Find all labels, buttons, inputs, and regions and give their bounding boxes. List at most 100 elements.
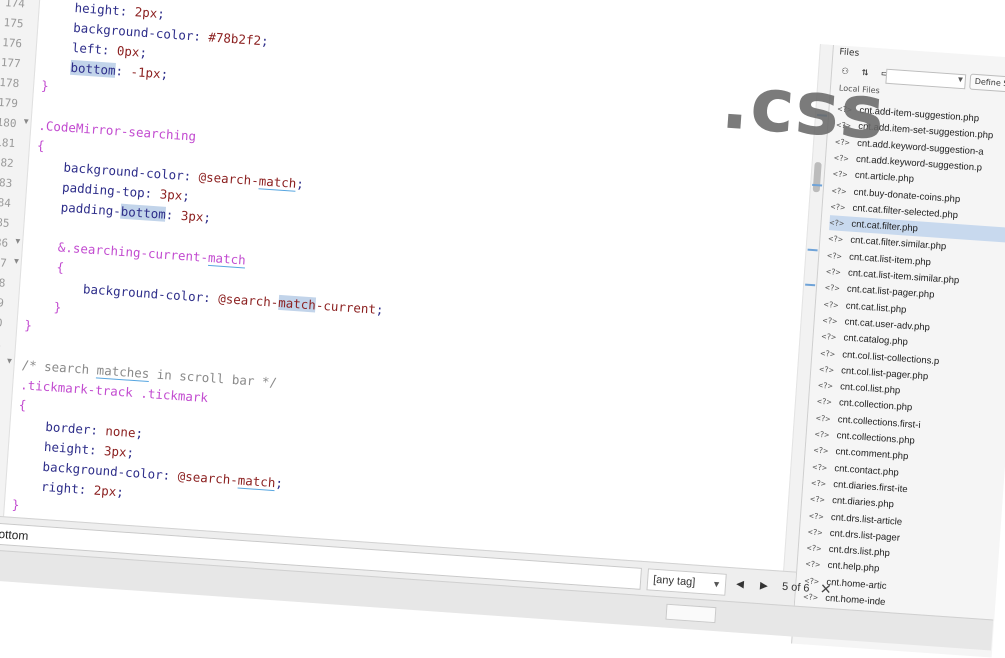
code-token: border [45, 419, 91, 437]
line-number-text: 182 [0, 156, 14, 170]
tag-filter-select[interactable]: [any tag] ▼ [646, 568, 726, 595]
file-name: cnt.comment.php [835, 446, 908, 462]
code-token: ; [203, 209, 212, 224]
code-token: { [56, 259, 65, 274]
php-file-icon: <?> [821, 329, 844, 345]
code-line[interactable]: background-color: @search-match-current; [21, 275, 385, 320]
line-number-text: 190 [0, 315, 3, 329]
code-area[interactable]: height: 2px;background-color: #78b2f2;le… [5, 0, 833, 574]
code-token: : [78, 481, 94, 497]
code-token: } [24, 317, 33, 332]
site-select[interactable]: ▼ [885, 69, 966, 90]
code-line[interactable]: { [12, 395, 27, 416]
code-token: 2px [93, 482, 117, 499]
fold-arrow-icon[interactable]: ▼ [24, 117, 29, 126]
line-number-text: 174 [5, 0, 26, 10]
fold-arrow-icon[interactable]: ▼ [15, 236, 20, 245]
line-number-text: 177 [0, 56, 21, 70]
file-name: cnt.home-artic [826, 577, 887, 592]
php-file-icon: <?> [820, 345, 843, 361]
code-token: ; [157, 6, 166, 21]
close-icon[interactable]: ✕ [819, 581, 832, 598]
line-number: 190 [0, 311, 17, 334]
code-token: .CodeMirror-searching [38, 118, 197, 144]
line-number-text: 175 [3, 16, 24, 30]
file-name: cnt.home-inde [825, 593, 886, 608]
code-token: ; [296, 176, 305, 191]
line-number: 182 [0, 152, 28, 175]
previous-match-icon[interactable]: ◀ [736, 577, 745, 593]
code-token: { [36, 138, 45, 153]
code-token: } [11, 497, 20, 512]
code-token: matches [96, 362, 150, 382]
line-number-text: 176 [2, 36, 23, 50]
code-token: 3px [104, 443, 128, 460]
php-file-icon: <?> [831, 183, 854, 199]
dreamweaver-scene: 174175176177178179180▼181182183184185186… [0, 0, 1005, 656]
code-line[interactable]: .CodeMirror-searching [32, 115, 197, 146]
php-file-icon: <?> [827, 248, 850, 264]
line-number: 181 [0, 132, 30, 155]
code-token: : [144, 185, 160, 201]
code-token: : [101, 42, 117, 58]
code-token: : [90, 422, 106, 438]
define-site-button[interactable]: Define S [969, 74, 1005, 95]
file-name: cnt.help.php [827, 560, 879, 575]
code-token: match [258, 173, 297, 192]
file-name: cnt.collections.php [836, 430, 915, 446]
line-number: 191 [0, 331, 16, 354]
php-file-icon: <?> [824, 280, 847, 296]
code-token: -current [315, 298, 376, 317]
line-number-text: 186 [0, 236, 9, 250]
code-line[interactable]: } [5, 494, 20, 515]
php-file-icon: <?> [809, 508, 832, 524]
fold-arrow-icon[interactable]: ▼ [7, 356, 12, 365]
php-file-icon: <?> [813, 443, 836, 459]
scroll-tickmark [808, 249, 818, 252]
code-line[interactable]: bottom: -1px; [36, 55, 169, 84]
code-token: @search- [218, 291, 279, 310]
code-line[interactable]: { [30, 135, 45, 156]
php-file-icon: <?> [826, 264, 849, 280]
status-field[interactable] [665, 604, 716, 623]
next-match-icon[interactable]: ▶ [760, 578, 769, 594]
code-editor[interactable]: 174175176177178179180▼181182183184185186… [0, 0, 833, 574]
php-file-icon: <?> [829, 215, 852, 231]
code-line[interactable]: } [34, 75, 49, 96]
file-name: cnt.collection.php [839, 398, 913, 414]
code-token: 2px [134, 4, 158, 21]
file-name: cnt.contact.php [834, 463, 899, 478]
line-number: 184 [0, 191, 26, 214]
code-line[interactable] [16, 335, 23, 355]
code-token: ; [261, 33, 270, 48]
code-token: padding-top [62, 180, 146, 201]
file-name: cnt.col.list.php [840, 381, 901, 396]
php-file-icon: <?> [818, 378, 841, 394]
code-token: match [237, 473, 276, 492]
fold-arrow-icon[interactable]: ▼ [14, 256, 19, 265]
line-number: 176 [0, 32, 37, 55]
code-token: none [105, 423, 136, 440]
code-token: right [41, 479, 80, 497]
file-name: cnt.drs.list-pager [829, 528, 900, 544]
code-token: } [53, 299, 62, 314]
code-token: 0px [116, 43, 140, 60]
files-panel-title: Files [839, 47, 859, 58]
code-token: @search- [177, 468, 238, 487]
line-number-text: 180 [0, 116, 17, 130]
line-number-text: 187 [0, 255, 7, 269]
line-number-text: 179 [0, 96, 18, 110]
code-line[interactable]: } [18, 315, 33, 336]
code-line[interactable] [25, 215, 32, 235]
code-token: ; [116, 484, 125, 499]
code-token: padding- [60, 199, 121, 218]
code-line[interactable] [33, 95, 40, 115]
file-name: cnt.diaries.php [832, 495, 894, 510]
line-number-text: 191 [0, 335, 2, 349]
code-token: ; [182, 188, 191, 203]
line-number-text: 183 [0, 176, 13, 190]
code-token: } [41, 78, 50, 93]
code-token: @search- [198, 169, 259, 188]
line-number: 185 [0, 211, 24, 234]
editor-scroll-thumb[interactable] [813, 162, 822, 192]
